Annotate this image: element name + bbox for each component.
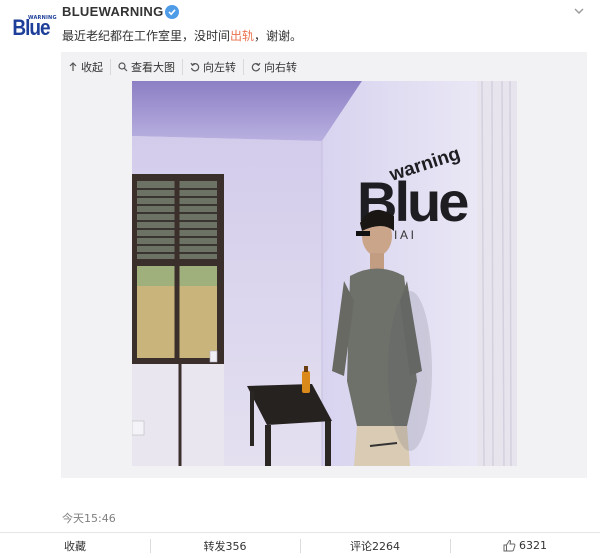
- post-text-part: ，谢谢。: [254, 29, 303, 43]
- rotate-left-button[interactable]: 向左转: [182, 59, 243, 75]
- rotate-left-label: 向左转: [203, 61, 236, 74]
- post-photo[interactable]: Blue warning I A I: [132, 81, 517, 466]
- like-count: 6321: [519, 539, 547, 552]
- collapse-button[interactable]: 收起: [61, 59, 110, 75]
- wall-logo-tail: I A I: [394, 228, 414, 242]
- media-toolbar: 收起 查看大图 向左转 向右转: [61, 52, 587, 82]
- verified-icon[interactable]: [165, 5, 179, 19]
- user-name[interactable]: BLUEWARNING: [62, 4, 164, 19]
- rotate-left-icon: [190, 62, 200, 72]
- rotate-right-icon: [251, 62, 261, 72]
- avatar[interactable]: WARNING Blue: [8, 6, 56, 52]
- post-text: 最近老纪都在工作室里，没时间出轨，谢谢。: [62, 27, 302, 44]
- avatar-logo: Blue: [12, 16, 50, 41]
- post-text-part: 最近老纪都在工作室里，没时间: [62, 29, 231, 43]
- post-text-highlight-link[interactable]: 出轨: [230, 29, 254, 43]
- action-bar: 收藏 转发356 评论2264 6321: [0, 532, 600, 558]
- favorite-button[interactable]: 收藏: [0, 533, 150, 558]
- favorite-label: 收藏: [64, 539, 86, 553]
- repost-button[interactable]: 转发356: [150, 533, 300, 558]
- collapse-icon: [69, 62, 77, 71]
- like-button[interactable]: 6321: [450, 533, 600, 558]
- thumbs-up-icon: [503, 539, 516, 552]
- comment-button[interactable]: 评论2264: [300, 533, 450, 558]
- search-icon: [118, 62, 128, 72]
- post-time[interactable]: 今天15:46: [62, 510, 116, 526]
- collapse-label: 收起: [81, 61, 103, 74]
- photo-illustration: Blue warning I A I: [132, 81, 517, 466]
- chevron-down-icon[interactable]: [572, 3, 586, 17]
- rotate-right-label: 向右转: [264, 61, 297, 74]
- rotate-right-button[interactable]: 向右转: [243, 59, 304, 75]
- comment-label: 评论2264: [350, 539, 400, 553]
- view-large-button[interactable]: 查看大图: [110, 59, 182, 75]
- media-box: 收起 查看大图 向左转 向右转 Blue warning I A I: [61, 52, 587, 478]
- view-large-label: 查看大图: [131, 61, 175, 74]
- repost-label: 转发356: [203, 539, 247, 553]
